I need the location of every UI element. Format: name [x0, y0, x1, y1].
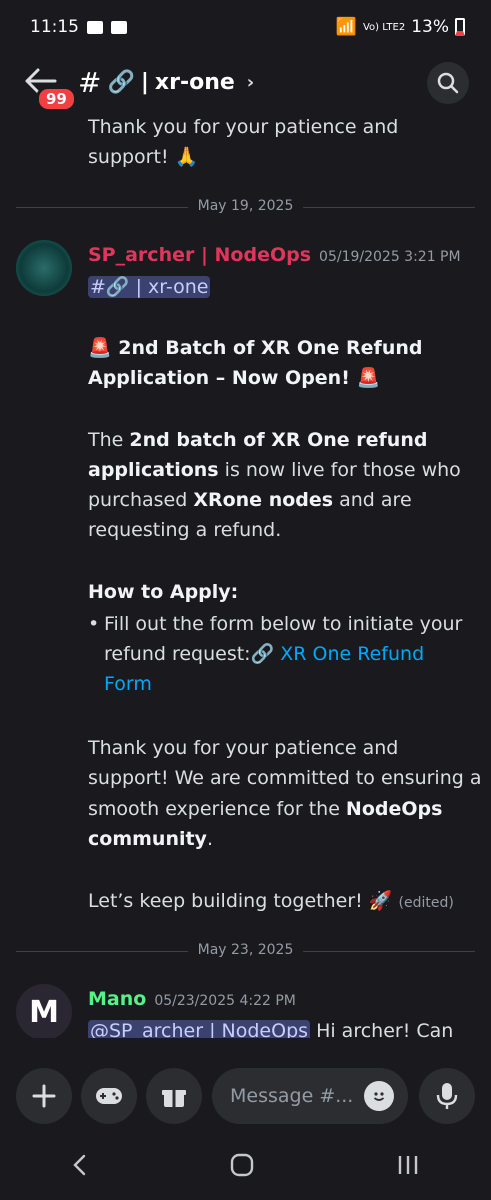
author-name[interactable]: Mano [88, 988, 146, 1010]
composer-bar: Message #... [0, 1068, 491, 1128]
gamepad-icon [96, 1088, 122, 1104]
text-segment: smooth experience for the [88, 798, 346, 820]
date-divider-label: May 19, 2025 [187, 198, 304, 214]
channel-header: 99 # 🔗 | xr-one › [0, 54, 491, 118]
channel-mention[interactable]: #🔗 | xr-one [88, 276, 211, 298]
message-author[interactable]: SP_archer | NodeOps 05/19/2025 3:21 PM [88, 244, 461, 266]
how-to-heading: How to Apply: [88, 581, 239, 603]
message-feed[interactable]: Thank you for your patience and support!… [0, 118, 491, 1038]
announcement-title-line1: 🚨 2nd Batch of XR One Refund [88, 337, 423, 359]
wifi-icon: 📶 [335, 17, 357, 37]
body-line3: purchased XRone nodes and are [88, 485, 412, 515]
message-author[interactable]: Mano 05/23/2025 4:22 PM [88, 988, 296, 1010]
message-input[interactable]: Message #... [212, 1068, 408, 1124]
search-icon [437, 72, 459, 94]
text-segment: purchased [88, 489, 194, 511]
gallery-icon [111, 20, 127, 34]
closing-line1: Thank you for your patience and [88, 737, 399, 759]
avatar[interactable]: M [16, 984, 72, 1038]
gift-button[interactable] [146, 1068, 202, 1124]
add-button[interactable] [16, 1068, 72, 1124]
body-line2: applications is now live for those who [88, 455, 461, 485]
date-divider: May 19, 2025 [16, 198, 475, 214]
closing-line2: support! We are committed to ensuring a [88, 767, 482, 789]
emoji-button[interactable] [364, 1081, 394, 1111]
bullet-dot: • [88, 613, 100, 635]
text-segment: refund request:🔗 [104, 643, 281, 665]
link-emoji: 🔗 [107, 70, 135, 95]
channel-title[interactable]: # 🔗 | xr-one › [78, 66, 254, 99]
nav-home-icon[interactable] [229, 1152, 255, 1178]
microphone-icon [436, 1083, 458, 1109]
search-button[interactable] [427, 62, 469, 104]
text-segment: NodeOps [345, 798, 443, 820]
bullet-line2: refund request:🔗 XR One Refund [104, 639, 424, 669]
announcement-title-line2: Application – Now Open! 🚨 [88, 367, 381, 389]
bullet-line1: Fill out the form below to initiate your [104, 613, 463, 635]
message2-line1: @SP_archer | NodeOps Hi archer! Can [88, 1016, 453, 1038]
text-segment: Hi archer! Can [310, 1020, 454, 1038]
text-segment: . [206, 828, 213, 850]
author-name[interactable]: SP_archer | NodeOps [88, 244, 311, 266]
closing-line4: community. [88, 824, 213, 854]
plus-icon [32, 1084, 56, 1108]
nav-recents-icon[interactable] [395, 1153, 421, 1177]
voice-button[interactable] [419, 1068, 475, 1124]
gift-icon [162, 1090, 186, 1107]
battery-icon [455, 18, 465, 36]
nav-back-icon[interactable] [70, 1153, 90, 1177]
date-divider-label: May 23, 2025 [187, 942, 304, 958]
message-timestamp: 05/23/2025 4:22 PM [154, 993, 296, 1009]
message-timestamp: 05/19/2025 3:21 PM [319, 249, 461, 265]
channel-name: xr-one [154, 70, 235, 95]
network-label: Vo) LTE2 [362, 21, 406, 33]
refund-form-link[interactable]: XR One Refund [280, 643, 424, 665]
body-line1: The 2nd batch of XR One refund [88, 425, 427, 455]
closing-sentence: Let’s keep building together! 🚀 (edited) [88, 886, 454, 918]
text-segment: 2nd batch of XR One refund [129, 429, 428, 451]
closing-line3: smooth experience for the NodeOps [88, 794, 442, 824]
text-segment: is now live for those who [218, 459, 461, 481]
unread-badge: 99 [36, 86, 77, 112]
refund-form-link-cont[interactable]: Form [104, 669, 152, 699]
emoji-icon [373, 1092, 385, 1101]
body-line4: requesting a refund. [88, 519, 282, 541]
user-mention[interactable]: @SP_archer | NodeOps [88, 1020, 311, 1038]
youtube-icon [87, 20, 103, 34]
text-segment: XRone nodes [193, 489, 334, 511]
text-segment: applications [88, 459, 219, 481]
edited-label: (edited) [398, 895, 454, 911]
channel-mention-line: #🔗 | xr-one [88, 272, 211, 302]
status-bar: 11:15 📶 Vo) LTE2 13% [0, 0, 491, 54]
text-segment: Let’s keep building together! 🚀 [88, 890, 393, 912]
date-divider: May 23, 2025 [16, 942, 475, 958]
text-segment: and are [333, 489, 412, 511]
system-nav-bar [0, 1130, 491, 1200]
message-placeholder: Message #... [230, 1085, 354, 1107]
chevron-right-icon: › [246, 72, 255, 93]
previous-message-line1: Thank you for your patience and [88, 118, 399, 138]
avatar[interactable] [16, 240, 72, 296]
channel-hash-icon: # [78, 66, 102, 99]
activities-button[interactable] [81, 1068, 137, 1124]
text-segment: community [88, 828, 207, 850]
previous-message-line2: support! 🙏 [88, 146, 199, 168]
text-segment: The [88, 429, 130, 451]
status-time: 11:15 [30, 17, 79, 37]
battery-percent: 13% [411, 17, 449, 37]
